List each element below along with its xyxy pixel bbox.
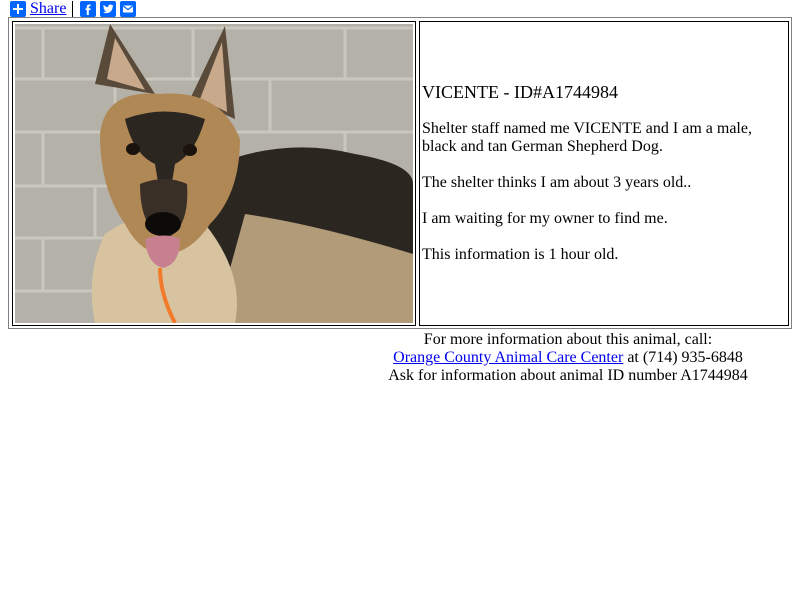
share-button[interactable]: Share [10,0,66,18]
animal-status: I am waiting for my owner to find me. [422,210,668,227]
contact-info: For more information about this animal, … [0,331,800,385]
facebook-icon[interactable] [80,1,97,17]
animal-title: VICENTE - ID#A1744984 [422,82,618,102]
dog-photo [15,24,413,323]
share-link[interactable]: Share [30,0,66,18]
info-cell: VICENTE - ID#A1744984 Shelter staff name… [419,21,789,326]
shelter-phone: at (714) 935-6848 [623,349,743,366]
shelter-link[interactable]: Orange County Animal Care Center [393,349,623,366]
email-icon[interactable] [120,1,137,17]
plus-icon [10,1,26,17]
info-age: This information is 1 hour old. [422,246,619,263]
contact-intro: For more information about this animal, … [423,331,713,348]
animal-age: The shelter thinks I am about 3 years ol… [422,174,692,191]
twitter-icon[interactable] [100,1,117,17]
animal-info: VICENTE - ID#A1744984 Shelter staff name… [422,82,786,282]
divider [72,1,74,17]
animal-description: Shelter staff named me VICENTE and I am … [422,120,752,155]
photo-cell [12,21,416,326]
share-bar: Share [10,0,140,18]
animal-table: VICENTE - ID#A1744984 Shelter staff name… [8,17,792,329]
contact-shelter-line: Orange County Animal Care Center at (714… [0,349,800,367]
contact-id-note: Ask for information about animal ID numb… [388,367,748,384]
